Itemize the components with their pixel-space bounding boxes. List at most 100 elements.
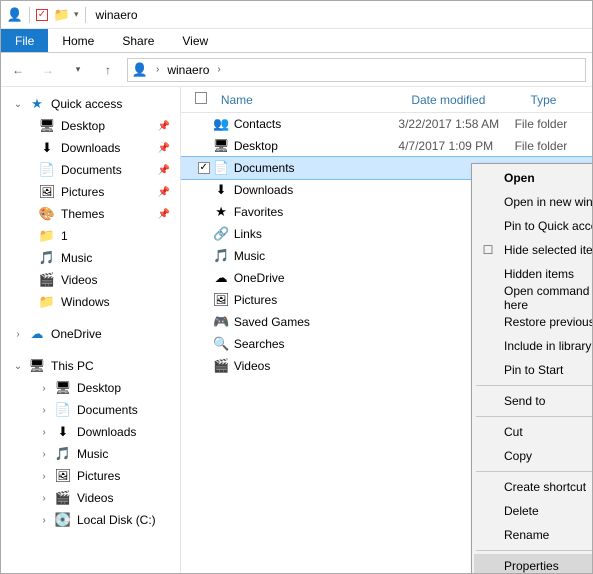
sidebar-item[interactable]: 📄Documents📌 [5, 159, 180, 181]
ctx-hide-selected[interactable]: ☐Hide selected items [474, 238, 592, 262]
qat-newfolder-icon[interactable]: 📁 [54, 7, 70, 23]
table-row[interactable]: 👥Contacts3/22/2017 1:58 AMFile folder [181, 113, 592, 135]
ctx-pin-start[interactable]: Pin to Start [474, 358, 592, 382]
ctx-properties[interactable]: Properties [474, 554, 592, 573]
item-icon: 🖥 [39, 118, 55, 134]
checkbox-icon: ☐ [480, 243, 496, 257]
file-icon: 🎵 [213, 248, 229, 264]
ctx-send-to[interactable]: Send to› [474, 389, 592, 413]
window-title: winaero [96, 8, 138, 22]
tab-file[interactable]: File [1, 29, 48, 52]
sidebar-this-pc[interactable]: ⌄ 🖥 This PC [5, 355, 180, 377]
sidebar-item[interactable]: 📁Windows [5, 291, 180, 313]
sidebar-item-label: 1 [61, 229, 68, 243]
chevron-right-icon[interactable]: › [39, 471, 49, 482]
file-list-pane: Name Date modified Type 👥Contacts3/22/20… [181, 87, 592, 573]
file-icon: 🖼 [213, 292, 229, 308]
row-checkbox[interactable]: ✓ [198, 162, 210, 174]
ctx-open-new-window[interactable]: Open in new window [474, 190, 592, 214]
navigation-bar: ← → ▾ ↑ 👤 › winaero › [1, 53, 592, 87]
sidebar-item[interactable]: › 📄 Documents [5, 399, 180, 421]
qat-properties-icon[interactable]: ✓ [36, 9, 48, 21]
chevron-right-icon[interactable]: › [39, 383, 49, 394]
chevron-right-icon[interactable]: › [39, 405, 49, 416]
sidebar-item[interactable]: ›🎵Music [5, 443, 180, 465]
sidebar-item[interactable]: 🎬Videos [5, 269, 180, 291]
sidebar-item[interactable]: 🖥Desktop📌 [5, 115, 180, 137]
sidebar-onedrive[interactable]: › ☁ OneDrive [5, 323, 180, 345]
file-name: Downloads [230, 183, 399, 197]
navigation-pane: ⌄ ★ Quick access 🖥Desktop📌⬇Downloads📌📄Do… [1, 87, 181, 573]
recent-dropdown-icon[interactable]: ▾ [67, 59, 89, 81]
ctx-include-library[interactable]: Include in library› [474, 334, 592, 358]
column-type[interactable]: Type [522, 93, 592, 107]
chevron-right-icon[interactable]: › [217, 64, 220, 75]
ctx-rename[interactable]: Rename [474, 523, 592, 547]
file-name: Music [230, 249, 399, 263]
ctx-delete[interactable]: Delete [474, 499, 592, 523]
qat-dropdown-icon[interactable]: ▾ [74, 9, 79, 20]
column-date[interactable]: Date modified [403, 93, 522, 107]
ctx-cut[interactable]: Cut [474, 420, 592, 444]
sidebar-item-label: Themes [61, 207, 104, 221]
chevron-right-icon[interactable]: › [156, 64, 159, 75]
ctx-create-shortcut[interactable]: Create shortcut [474, 475, 592, 499]
sidebar-item[interactable]: 🎨Themes📌 [5, 203, 180, 225]
item-icon: ⬇ [55, 424, 71, 440]
ctx-pin-quick-access[interactable]: Pin to Quick access [474, 214, 592, 238]
file-icon: ★ [213, 204, 229, 220]
item-icon: 📄 [55, 402, 71, 418]
ctx-restore-versions[interactable]: Restore previous versions [474, 310, 592, 334]
chevron-right-icon[interactable]: › [39, 515, 49, 526]
tab-share[interactable]: Share [108, 29, 168, 52]
ctx-open-cmd[interactable]: Open command window here [474, 286, 592, 310]
sidebar-item[interactable]: ⬇Downloads📌 [5, 137, 180, 159]
item-icon: 🖥 [55, 380, 71, 396]
tab-home[interactable]: Home [48, 29, 108, 52]
sidebar-item-label: Local Disk (C:) [77, 513, 156, 527]
file-name: Videos [230, 359, 399, 373]
user-folder-icon: 👤 [7, 7, 23, 23]
select-all-checkbox[interactable] [195, 92, 207, 104]
titlebar: 👤 ✓ 📁 ▾ winaero [1, 1, 592, 29]
sidebar-item[interactable]: 🎵Music [5, 247, 180, 269]
file-icon: 🔍 [213, 336, 229, 352]
breadcrumb-user-icon: 👤 [132, 62, 148, 78]
chevron-down-icon[interactable]: ⌄ [13, 99, 23, 110]
item-icon: 🖼 [55, 468, 71, 484]
ctx-copy[interactable]: Copy [474, 444, 592, 468]
file-icon: ⬇ [213, 182, 229, 198]
chevron-right-icon[interactable]: › [39, 449, 49, 460]
chevron-right-icon[interactable]: › [39, 493, 49, 504]
sidebar-item-label: Documents [77, 403, 138, 417]
file-icon: 📄 [213, 160, 229, 176]
sidebar-item[interactable]: ›💽Local Disk (C:) [5, 509, 180, 531]
breadcrumb-current[interactable]: winaero [167, 63, 209, 77]
pin-icon: 📌 [158, 209, 170, 220]
star-icon: ★ [29, 96, 45, 112]
back-button[interactable]: ← [7, 59, 29, 81]
sidebar-item[interactable]: ›🎬Videos [5, 487, 180, 509]
item-icon: 📁 [39, 294, 55, 310]
up-button[interactable]: ↑ [97, 59, 119, 81]
sidebar-item[interactable]: ›⬇Downloads [5, 421, 180, 443]
sidebar-item[interactable]: ›🖼Pictures [5, 465, 180, 487]
forward-button[interactable]: → [37, 59, 59, 81]
ribbon-tabs: File Home Share View [1, 29, 592, 53]
sidebar-item[interactable]: ›🖥Desktop [5, 377, 180, 399]
sidebar-item[interactable]: 📁1 [5, 225, 180, 247]
sidebar-quick-access[interactable]: ⌄ ★ Quick access [5, 93, 180, 115]
address-bar[interactable]: 👤 › winaero › [127, 58, 586, 82]
pc-icon: 🖥 [29, 358, 45, 374]
ctx-open[interactable]: Open [474, 166, 592, 190]
tab-view[interactable]: View [168, 29, 222, 52]
file-name: Documents [230, 161, 399, 175]
ctx-hidden-items[interactable]: Hidden items [474, 262, 592, 286]
chevron-right-icon[interactable]: › [39, 427, 49, 438]
file-type: File folder [515, 139, 592, 153]
table-row[interactable]: 🖥Desktop4/7/2017 1:09 PMFile folder [181, 135, 592, 157]
sidebar-item[interactable]: 🖼Pictures📌 [5, 181, 180, 203]
column-name[interactable]: Name [213, 93, 404, 107]
chevron-right-icon[interactable]: › [13, 329, 23, 340]
chevron-down-icon[interactable]: ⌄ [13, 361, 23, 372]
